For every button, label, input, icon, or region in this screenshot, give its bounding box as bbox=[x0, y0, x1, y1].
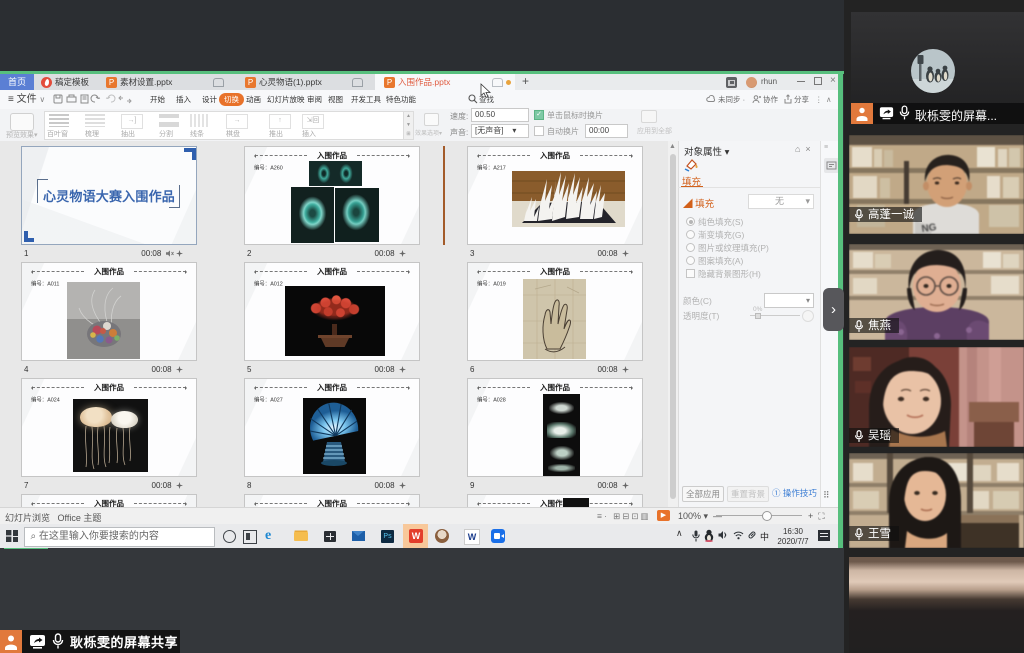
svg-text:NG: NG bbox=[921, 222, 938, 234]
